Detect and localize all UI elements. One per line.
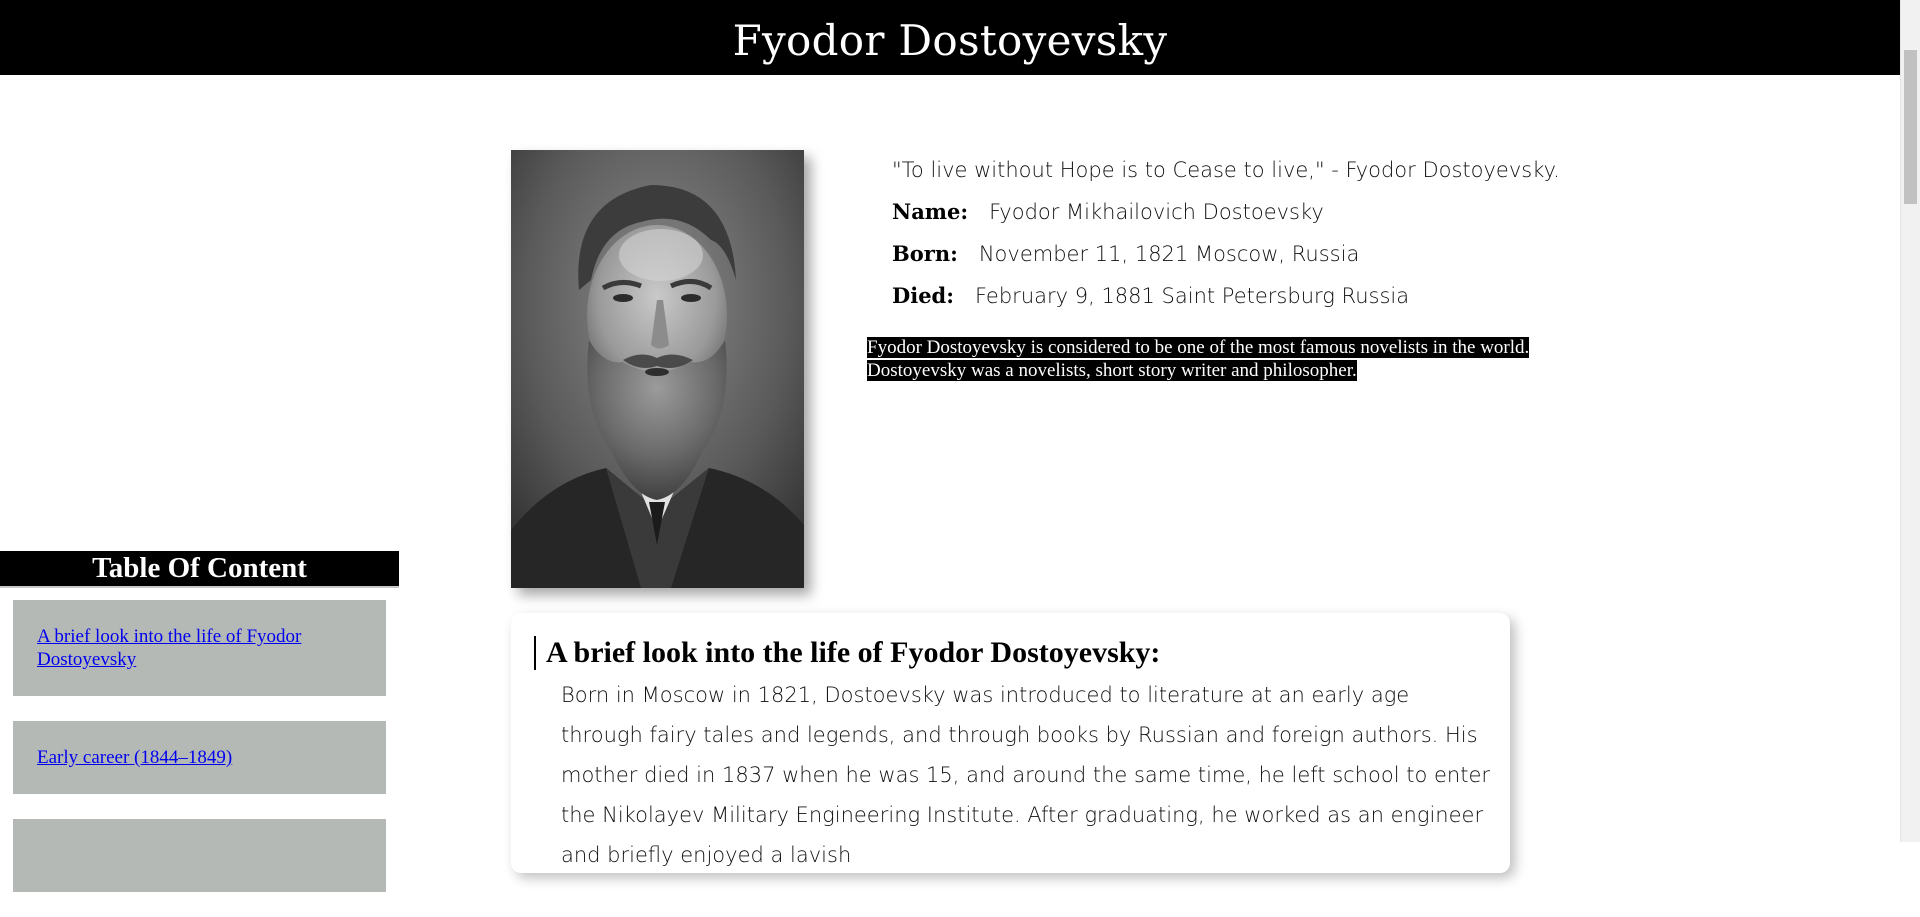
fact-died: Died: February 9, 1881 Saint Petersburg … (892, 275, 1612, 317)
quote: "To live without Hope is to Cease to liv… (892, 158, 1560, 182)
bio-heading: A brief look into the life of Fyodor Dos… (534, 636, 1160, 670)
toc-title: Table Of Content (0, 551, 399, 588)
toc-item-brief-look: A brief look into the life of Fyodor Dos… (13, 600, 386, 696)
fact-born: Born: November 11, 1821 Moscow, Russia (892, 233, 1612, 275)
fact-label: Died: (892, 283, 954, 308)
bio-text: Born in Moscow in 1821, Dostoevsky was i… (561, 683, 1490, 867)
fact-label: Name: (892, 199, 969, 224)
bio-card: A brief look into the life of Fyodor Dos… (511, 613, 1510, 873)
portrait-image (511, 150, 804, 588)
page-title: Fyodor Dostoyevsky (732, 16, 1168, 65)
toc-link-early-career[interactable]: Early career (1844–1849) (37, 746, 232, 769)
toc-item-next (13, 819, 386, 892)
summary-highlight: Fyodor Dostoyevsky is considered to be o… (867, 337, 1530, 381)
toc-link-brief-look[interactable]: A brief look into the life of Fyodor Dos… (37, 625, 362, 671)
info-block: "To live without Hope is to Cease to liv… (892, 150, 1612, 317)
fact-label: Born: (892, 241, 958, 266)
fact-name: Name: Fyodor Mikhailovich Dostoevsky (892, 191, 1612, 233)
fact-value: November 11, 1821 Moscow, Russia (978, 242, 1360, 266)
scrollbar-thumb[interactable] (1904, 50, 1917, 204)
page-scrollbar[interactable] (1900, 0, 1920, 842)
toc-item-early-career: Early career (1844–1849) (13, 721, 386, 794)
toc-list: A brief look into the life of Fyodor Dos… (13, 600, 386, 917)
site-header: Fyodor Dostoyevsky (0, 0, 1900, 75)
fact-value: Fyodor Mikhailovich Dostoevsky (989, 200, 1324, 224)
fact-value: February 9, 1881 Saint Petersburg Russia (975, 284, 1410, 308)
summary-text: Fyodor Dostoyevsky is considered to be o… (867, 336, 1587, 382)
